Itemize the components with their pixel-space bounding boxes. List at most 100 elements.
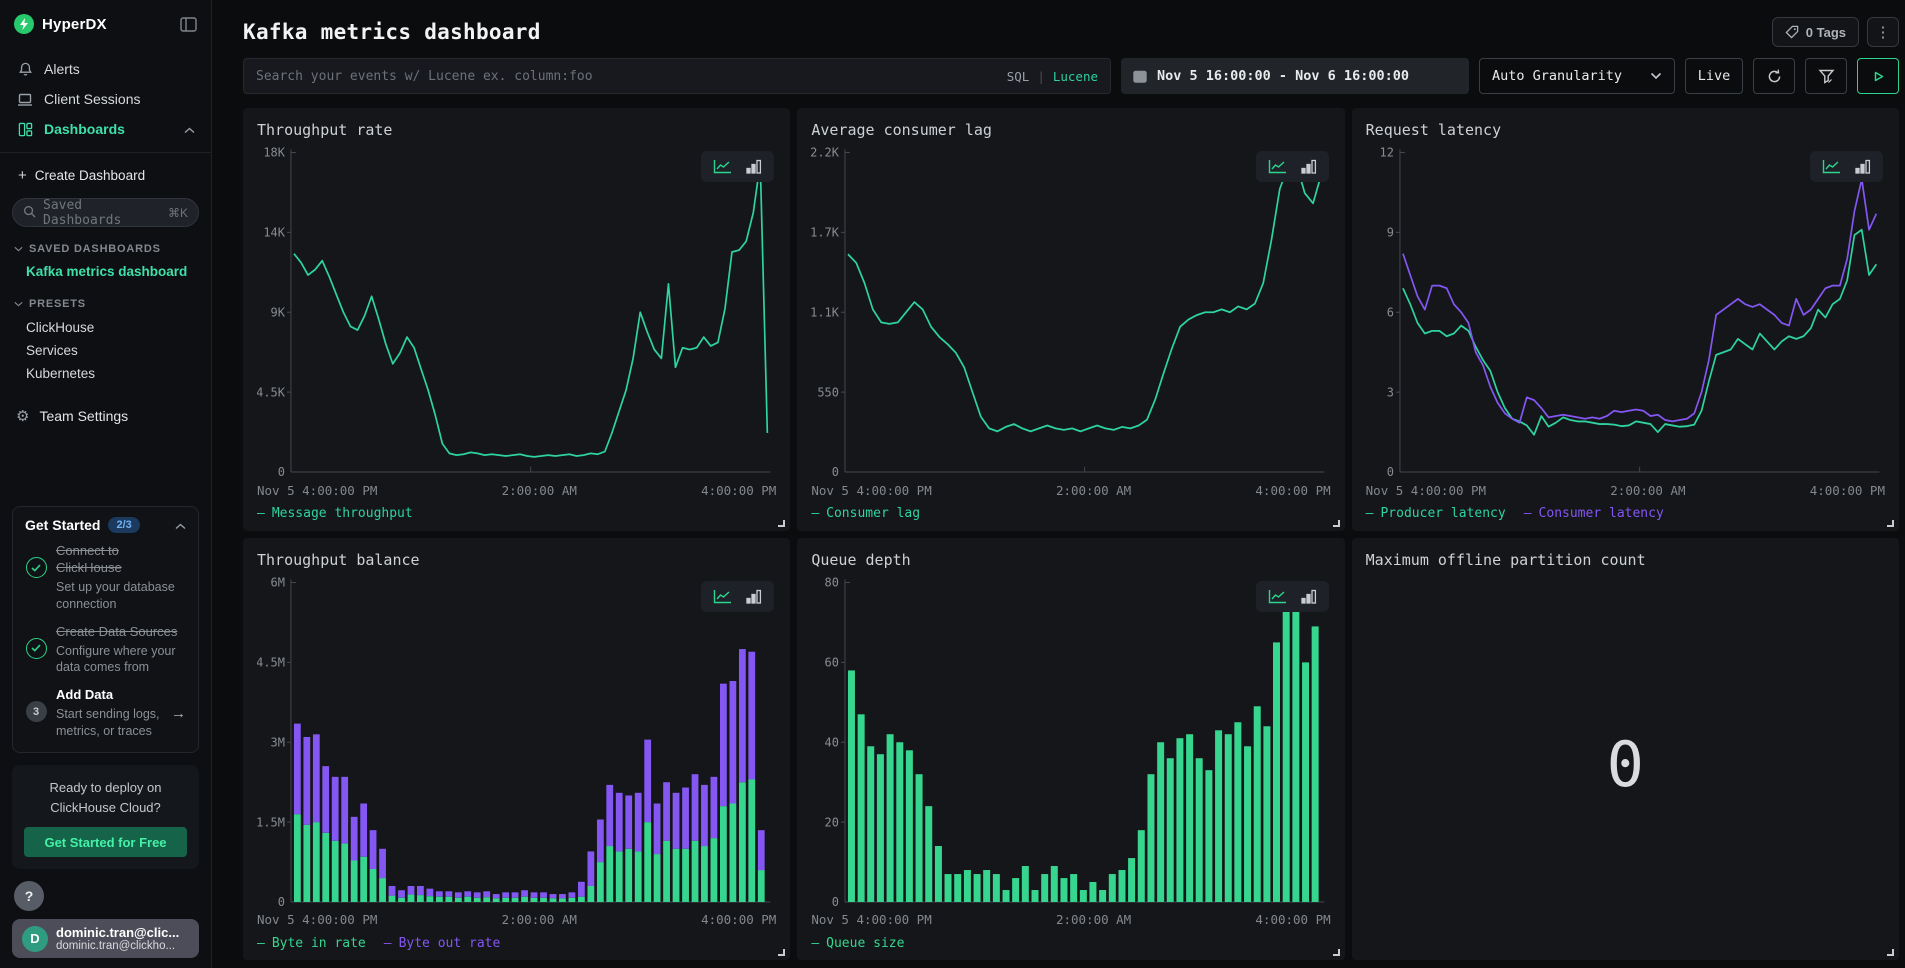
big-number-value: 0 bbox=[1607, 728, 1644, 801]
line-chart-toggle-icon[interactable] bbox=[713, 589, 732, 604]
presets-section[interactable]: PRESETS bbox=[14, 298, 197, 310]
brand-name: HyperDX bbox=[42, 16, 107, 33]
main-content: Kafka metrics dashboard 0 Tags ⋮ Search … bbox=[212, 0, 1905, 968]
step-title: Connect to ClickHouse bbox=[56, 543, 186, 577]
event-search-input[interactable]: Search your events w/ Lucene ex. column:… bbox=[243, 58, 1111, 94]
x-tick: 4:00:00 PM bbox=[1810, 483, 1885, 501]
saved-dashboards-section[interactable]: SAVED DASHBOARDS bbox=[14, 243, 197, 255]
legend-dash: — bbox=[811, 936, 819, 951]
step-connect-clickhouse[interactable]: Connect to ClickHouse Set up your databa… bbox=[25, 543, 186, 613]
step-title: Add Data bbox=[56, 687, 162, 704]
sidebar-item-kafka-dashboard[interactable]: Kafka metrics dashboard bbox=[12, 261, 199, 282]
step-create-data-sources[interactable]: Create Data Sources Configure where your… bbox=[25, 624, 186, 677]
resize-handle[interactable] bbox=[778, 949, 785, 956]
resize-handle[interactable] bbox=[778, 520, 785, 527]
svg-text:0: 0 bbox=[278, 465, 285, 479]
sidebar-item-alerts[interactable]: Alerts bbox=[12, 54, 199, 84]
sidebar-item-dashboards[interactable]: Dashboards bbox=[12, 114, 199, 144]
step-add-data[interactable]: 3 Add Data Start sending logs, metrics, … bbox=[25, 687, 186, 740]
live-button[interactable]: Live bbox=[1685, 58, 1743, 94]
bar-chart-toggle-icon[interactable] bbox=[1301, 159, 1317, 174]
sidebar-item-kubernetes[interactable]: Kubernetes bbox=[12, 362, 199, 385]
legend-dash: — bbox=[1524, 506, 1532, 521]
chart-type-toggle bbox=[1256, 581, 1329, 612]
svg-text:14K: 14K bbox=[263, 225, 285, 239]
panel-title: Average consumer lag bbox=[811, 121, 1330, 139]
deploy-card: Ready to deploy on ClickHouse Cloud? Get… bbox=[12, 765, 199, 869]
lucene-toggle[interactable]: Lucene bbox=[1053, 69, 1098, 84]
x-tick: Nov 5 4:00:00 PM bbox=[811, 483, 931, 501]
line-chart-toggle-icon[interactable] bbox=[1268, 159, 1287, 174]
chevron-up-icon[interactable] bbox=[175, 518, 186, 533]
granularity-select[interactable]: Auto Granularity bbox=[1479, 58, 1675, 94]
filter-button[interactable] bbox=[1805, 58, 1847, 94]
resize-handle[interactable] bbox=[1333, 949, 1340, 956]
x-tick: 4:00:00 PM bbox=[1255, 912, 1330, 930]
x-tick: Nov 5 4:00:00 PM bbox=[811, 912, 931, 930]
run-query-button[interactable] bbox=[1857, 58, 1899, 94]
sidebar-item-label: Client Sessions bbox=[44, 91, 141, 107]
x-tick: 2:00:00 AM bbox=[1056, 483, 1131, 501]
get-started-title: Get Started bbox=[25, 517, 100, 533]
panel-title: Request latency bbox=[1366, 121, 1885, 139]
create-dashboard-button[interactable]: + Create Dashboard bbox=[12, 163, 199, 198]
line-chart-toggle-icon[interactable] bbox=[713, 159, 732, 174]
bar-chart-toggle-icon[interactable] bbox=[1855, 159, 1871, 174]
x-tick: 2:00:00 AM bbox=[1056, 912, 1131, 930]
panel-max-offline-partition-count: Maximum offline partition count 0 bbox=[1352, 538, 1899, 961]
legend-item[interactable]: —Byte in rate bbox=[257, 936, 366, 951]
lang-separator: | bbox=[1037, 69, 1045, 84]
resize-handle[interactable] bbox=[1333, 520, 1340, 527]
svg-text:4.5M: 4.5M bbox=[257, 655, 285, 669]
user-menu[interactable]: D dominic.tran@clic... dominic.tran@clic… bbox=[12, 919, 199, 958]
svg-text:0: 0 bbox=[1386, 465, 1393, 479]
legend-item[interactable]: —Producer latency bbox=[1366, 506, 1506, 521]
search-placeholder: Search your events w/ Lucene ex. column:… bbox=[256, 69, 593, 84]
svg-text:80: 80 bbox=[825, 575, 839, 589]
line-chart-toggle-icon[interactable] bbox=[1822, 159, 1841, 174]
bar-chart-toggle-icon[interactable] bbox=[1301, 589, 1317, 604]
date-range-picker[interactable]: Nov 5 16:00:00 - Nov 6 16:00:00 bbox=[1121, 58, 1469, 94]
line-chart-toggle-icon[interactable] bbox=[1268, 589, 1287, 604]
help-button[interactable]: ? bbox=[14, 881, 44, 911]
check-icon bbox=[26, 638, 47, 659]
gear-icon: ⚙ bbox=[16, 407, 29, 425]
panel-title: Queue depth bbox=[811, 551, 1330, 569]
legend-dash: — bbox=[1366, 506, 1374, 521]
legend-item[interactable]: —Consumer lag bbox=[811, 506, 920, 521]
step-title: Create Data Sources bbox=[56, 624, 186, 641]
sidebar-item-client-sessions[interactable]: Client Sessions bbox=[12, 84, 199, 114]
saved-dashboards-search-input[interactable]: Saved Dashboards ⌘K bbox=[12, 198, 199, 227]
resize-handle[interactable] bbox=[1887, 949, 1894, 956]
refresh-button[interactable] bbox=[1753, 58, 1795, 94]
panel-request-latency: Request latency 129630 Nov 5 4:00:00 PM … bbox=[1352, 108, 1899, 531]
search-placeholder: Saved Dashboards bbox=[43, 198, 161, 228]
get-started-free-button[interactable]: Get Started for Free bbox=[24, 827, 187, 857]
get-started-card: Get Started 2/3 Connect to ClickHouse Se… bbox=[12, 506, 199, 753]
sidebar-item-services[interactable]: Services bbox=[12, 339, 199, 362]
panel-queue-depth: Queue depth 806040200 Nov 5 4:00:00 PM 2… bbox=[797, 538, 1344, 961]
x-tick: Nov 5 4:00:00 PM bbox=[257, 912, 377, 930]
chevron-up-icon[interactable] bbox=[184, 121, 195, 137]
chart-svg: 6M4.5M3M1.5M0 bbox=[257, 573, 776, 912]
arrow-right-icon: → bbox=[171, 705, 186, 722]
x-tick: Nov 5 4:00:00 PM bbox=[1366, 483, 1486, 501]
chart-svg: 2.2K1.7K1.1K5500 bbox=[811, 143, 1330, 482]
tags-button[interactable]: 0 Tags bbox=[1772, 17, 1859, 47]
more-menu-button[interactable]: ⋮ bbox=[1867, 17, 1899, 47]
bar-chart-toggle-icon[interactable] bbox=[746, 589, 762, 604]
bar-chart-toggle-icon[interactable] bbox=[746, 159, 762, 174]
legend-item[interactable]: —Queue size bbox=[811, 936, 904, 951]
sidebar-item-team-settings[interactable]: ⚙ Team Settings bbox=[12, 407, 199, 425]
legend-label: Message throughput bbox=[272, 506, 413, 521]
legend-item[interactable]: —Byte out rate bbox=[384, 936, 501, 951]
legend-item[interactable]: —Message throughput bbox=[257, 506, 413, 521]
chart-svg: 18K14K9K4.5K0 bbox=[257, 143, 776, 482]
sql-toggle[interactable]: SQL bbox=[1007, 69, 1030, 84]
legend-dash: — bbox=[811, 506, 819, 521]
resize-handle[interactable] bbox=[1887, 520, 1894, 527]
legend-item[interactable]: —Consumer latency bbox=[1524, 506, 1664, 521]
sidebar-item-clickhouse[interactable]: ClickHouse bbox=[12, 316, 199, 339]
collapse-sidebar-icon[interactable] bbox=[180, 17, 197, 32]
legend-dash: — bbox=[384, 936, 392, 951]
